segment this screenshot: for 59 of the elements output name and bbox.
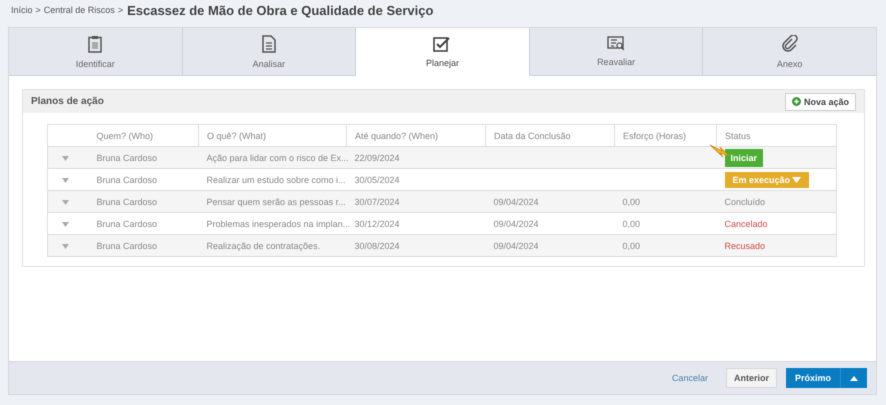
status-text: Concluído [724,196,766,206]
tab[interactable]: Reavaliar [530,28,704,76]
expand-caret-icon[interactable] [62,244,69,248]
expand-caret-icon[interactable] [62,178,69,182]
breadcrumb-link[interactable]: Central de Riscos [44,5,115,15]
breadcrumb-separator: > [36,5,41,15]
table-cell: 30/08/2024 [354,240,400,250]
breadcrumb-separator: > [118,5,124,15]
checkbox-icon [433,36,452,52]
start-button[interactable]: Iniciar [724,148,764,166]
column-header: Status [725,130,751,140]
cancel-link[interactable]: Cancelar [672,373,708,383]
table-cell: Bruna Cardoso [96,218,158,228]
table-cell: Bruna Cardoso [96,152,158,162]
clipboard-icon [88,34,102,52]
next-menu-button[interactable] [841,368,867,388]
table-cell: 09/04/2024 [494,196,539,206]
column-header: Quem? (Who) [96,130,154,140]
breadcrumb-link[interactable]: Início [11,5,33,15]
table-cell: Bruna Cardoso [96,240,158,250]
table-cell: 0,00 [622,240,640,250]
status-text: Cancelado [724,218,768,228]
expand-caret-icon[interactable] [62,222,69,226]
table-cell: Realização de contratações. [206,240,320,250]
expand-caret-icon[interactable] [62,200,69,204]
panel-title: Planos de ação [31,96,104,107]
table-cell: 30/05/2024 [354,174,400,184]
document-icon [262,34,276,52]
table-cell: Bruna Cardoso [96,196,158,206]
table-cell: Ação para lidar com o risco de Ex... [206,152,349,162]
table-cell: 0,00 [622,196,640,206]
column-header: Até quando? (When) [355,130,438,140]
page-title: Escassez de Mão de Obra e Qualidade de Serviço [127,2,434,18]
table-cell: 22/09/2024 [354,152,400,162]
tab[interactable]: Identificar [9,28,183,76]
table-cell: 09/04/2024 [494,240,539,250]
status-text: Recusado [724,240,766,250]
column-header: Esforço (Horas) [623,130,686,140]
table-cell: Problemas inesperados na implan... [206,218,350,228]
table-cell: 30/12/2024 [354,218,400,228]
caret-up-icon [850,376,858,380]
paperclip-icon [782,34,798,52]
document-search-icon [607,36,626,51]
table-cell: 0,00 [622,218,640,228]
next-button[interactable]: Próximo [786,368,841,388]
column-header: O quê? (What) [207,130,266,140]
plus-circle-icon [792,97,801,106]
new-action-button[interactable]: Nova ação [784,92,856,110]
caret-icon [792,176,802,182]
table-cell: Bruna Cardoso [96,174,158,184]
column-header: Data da Conclusão [494,130,571,140]
table-cell: Pensar quem serão as pessoas r... [206,196,346,206]
tab[interactable]: Anexo [703,28,876,76]
previous-button[interactable]: Anterior [726,368,777,388]
expand-caret-icon[interactable] [62,156,69,160]
table-cell: Realizar um estudo sobre como i... [206,174,346,184]
tab[interactable]: Analisar [182,28,356,76]
table-cell: 30/07/2024 [354,196,400,206]
table-cell: 09/04/2024 [494,218,539,228]
